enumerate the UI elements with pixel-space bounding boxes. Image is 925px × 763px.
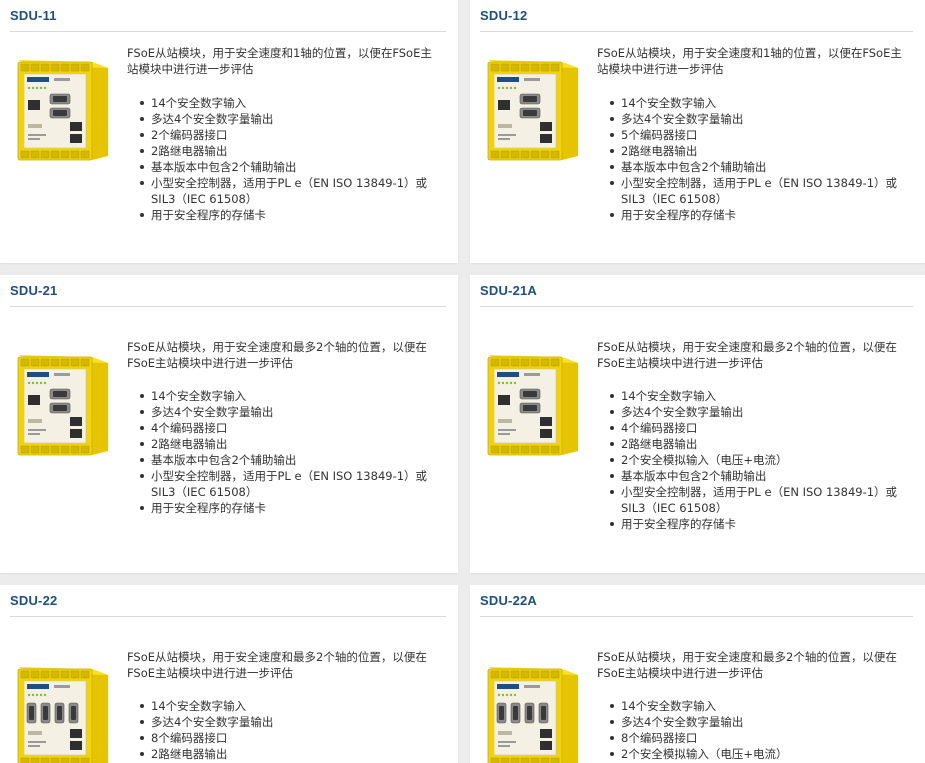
product-title[interactable]: SDU-21A: [480, 283, 537, 298]
product-title[interactable]: SDU-22: [10, 593, 57, 608]
feature-item: 用于安全程序的存储卡: [610, 516, 910, 532]
feature-item: 2个编码器接口: [140, 127, 440, 143]
product-card-sdu-12[interactable]: SDU-12 FSoE从站模块，用于安全速度和1轴的位置，以便在FSoE主站模块中…: [470, 0, 925, 263]
feature-item: 基本版本中包含2个辅助输出: [610, 159, 910, 175]
feature-item: 小型安全控制器，适用于PL e（EN ISO 13849-1）或SIL3（IEC…: [610, 484, 910, 516]
feature-item: 基本版本中包含2个辅助输出: [610, 468, 910, 484]
feature-item: 14个安全数字输入: [140, 698, 440, 714]
feature-list: 14个安全数字输入 多达4个安全数字量输出 8个编码器接口 2路继电器输出: [140, 698, 440, 762]
feature-item: 2个安全模拟输入（电压+电流）: [610, 746, 910, 762]
feature-item: 基本版本中包含2个辅助输出: [140, 452, 440, 468]
product-card-sdu-21[interactable]: SDU-21 FSoE从站模块，用于安全速度和最多2个轴的位置，以便在FSoE主站…: [0, 275, 458, 573]
product-card-sdu-21a[interactable]: SDU-21A FSoE从站模块，用于安全速度和最多2个轴的位置，以便在FSoE主…: [470, 275, 925, 573]
feature-item: 用于安全程序的存储卡: [140, 500, 440, 516]
feature-item: 14个安全数字输入: [610, 95, 910, 111]
product-description: FSoE从站模块，用于安全速度和最多2个轴的位置，以便在FSoE主站模块中进行进…: [597, 650, 897, 680]
title-divider: [480, 306, 913, 307]
feature-list: 14个安全数字输入 多达4个安全数字量输出 4个编码器接口 2路继电器输出 2个安全模拟…: [610, 388, 910, 532]
product-description: FSoE从站模块，用于安全速度和最多2个轴的位置，以便在FSoE主站模块中进行进…: [597, 340, 897, 370]
feature-item: 用于安全程序的存储卡: [610, 207, 910, 223]
product-grid: SDU-11 FSoE从站模块，用于安全速度和1轴的位置，以便在FSoE主站模块中…: [0, 0, 925, 763]
feature-item: 2路继电器输出: [140, 436, 440, 452]
product-image-sdu-22[interactable]: [10, 659, 114, 763]
product-image-sdu-21a[interactable]: [480, 347, 584, 457]
feature-item: 2路继电器输出: [610, 436, 910, 452]
feature-item: 小型安全控制器，适用于PL e（EN ISO 13849-1）或SIL3（IEC…: [140, 468, 440, 500]
feature-item: 14个安全数字输入: [610, 698, 910, 714]
product-title[interactable]: SDU-22A: [480, 593, 537, 608]
feature-list: 14个安全数字输入 多达4个安全数字量输出 5个编码器接口 2路继电器输出 基本版本中包…: [610, 95, 910, 223]
feature-item: 4个编码器接口: [610, 420, 910, 436]
product-description: FSoE从站模块，用于安全速度和1轴的位置，以便在FSoE主站模块中进行进一步评…: [127, 46, 432, 76]
feature-item: 多达4个安全数字量输出: [610, 111, 910, 127]
feature-item: 4个编码器接口: [140, 420, 440, 436]
title-divider: [10, 306, 446, 307]
feature-list: 14个安全数字输入 多达4个安全数字量输出 8个编码器接口 2个安全模拟输入（电压+电…: [610, 698, 910, 762]
feature-item: 2路继电器输出: [140, 746, 440, 762]
feature-item: 8个编码器接口: [610, 730, 910, 746]
feature-item: 2路继电器输出: [610, 143, 910, 159]
feature-item: 小型安全控制器，适用于PL e（EN ISO 13849-1）或SIL3（IEC…: [140, 175, 440, 207]
feature-item: 14个安全数字输入: [610, 388, 910, 404]
feature-item: 多达4个安全数字量输出: [140, 111, 440, 127]
feature-item: 多达4个安全数字量输出: [610, 404, 910, 420]
feature-item: 14个安全数字输入: [140, 95, 440, 111]
feature-item: 多达4个安全数字量输出: [140, 714, 440, 730]
feature-item: 2个安全模拟输入（电压+电流）: [610, 452, 910, 468]
product-image-sdu-12[interactable]: [480, 52, 584, 162]
product-image-sdu-22a[interactable]: [480, 659, 584, 763]
title-divider: [480, 616, 913, 617]
product-title[interactable]: SDU-12: [480, 8, 527, 23]
feature-item: 8个编码器接口: [140, 730, 440, 746]
product-card-sdu-22[interactable]: SDU-22 FSoE从站模块，用于安全速度和最多2个轴的位置，以便在FSoE主站…: [0, 585, 458, 763]
product-card-sdu-11[interactable]: SDU-11 FSoE从站模块，用于安全速度和1轴的位置，以便在FSoE主站模块中…: [0, 0, 458, 263]
feature-item: 多达4个安全数字量输出: [610, 714, 910, 730]
title-divider: [10, 616, 446, 617]
feature-item: 多达4个安全数字量输出: [140, 404, 440, 420]
product-title[interactable]: SDU-21: [10, 283, 57, 298]
product-description: FSoE从站模块，用于安全速度和最多2个轴的位置，以便在FSoE主站模块中进行进…: [127, 340, 427, 370]
product-card-sdu-22a[interactable]: SDU-22A FSoE从站模块，用于安全速度和最多2个轴的位置，以便在FSoE主…: [470, 585, 925, 763]
feature-list: 14个安全数字输入 多达4个安全数字量输出 2个编码器接口 2路继电器输出 基本版本中包…: [140, 95, 440, 223]
feature-item: 14个安全数字输入: [140, 388, 440, 404]
product-image-sdu-11[interactable]: [10, 52, 114, 162]
feature-item: 小型安全控制器，适用于PL e（EN ISO 13849-1）或SIL3（IEC…: [610, 175, 910, 207]
product-title[interactable]: SDU-11: [10, 8, 57, 23]
title-divider: [480, 31, 913, 32]
feature-list: 14个安全数字输入 多达4个安全数字量输出 4个编码器接口 2路继电器输出 基本版本中包…: [140, 388, 440, 516]
feature-item: 基本版本中包含2个辅助输出: [140, 159, 440, 175]
product-description: FSoE从站模块，用于安全速度和最多2个轴的位置，以便在FSoE主站模块中进行进…: [127, 650, 427, 680]
product-description: FSoE从站模块，用于安全速度和1轴的位置，以便在FSoE主站模块中进行进一步评…: [597, 46, 902, 76]
feature-item: 2路继电器输出: [140, 143, 440, 159]
title-divider: [10, 31, 446, 32]
product-image-sdu-21[interactable]: [10, 347, 114, 457]
feature-item: 5个编码器接口: [610, 127, 910, 143]
feature-item: 用于安全程序的存储卡: [140, 207, 440, 223]
